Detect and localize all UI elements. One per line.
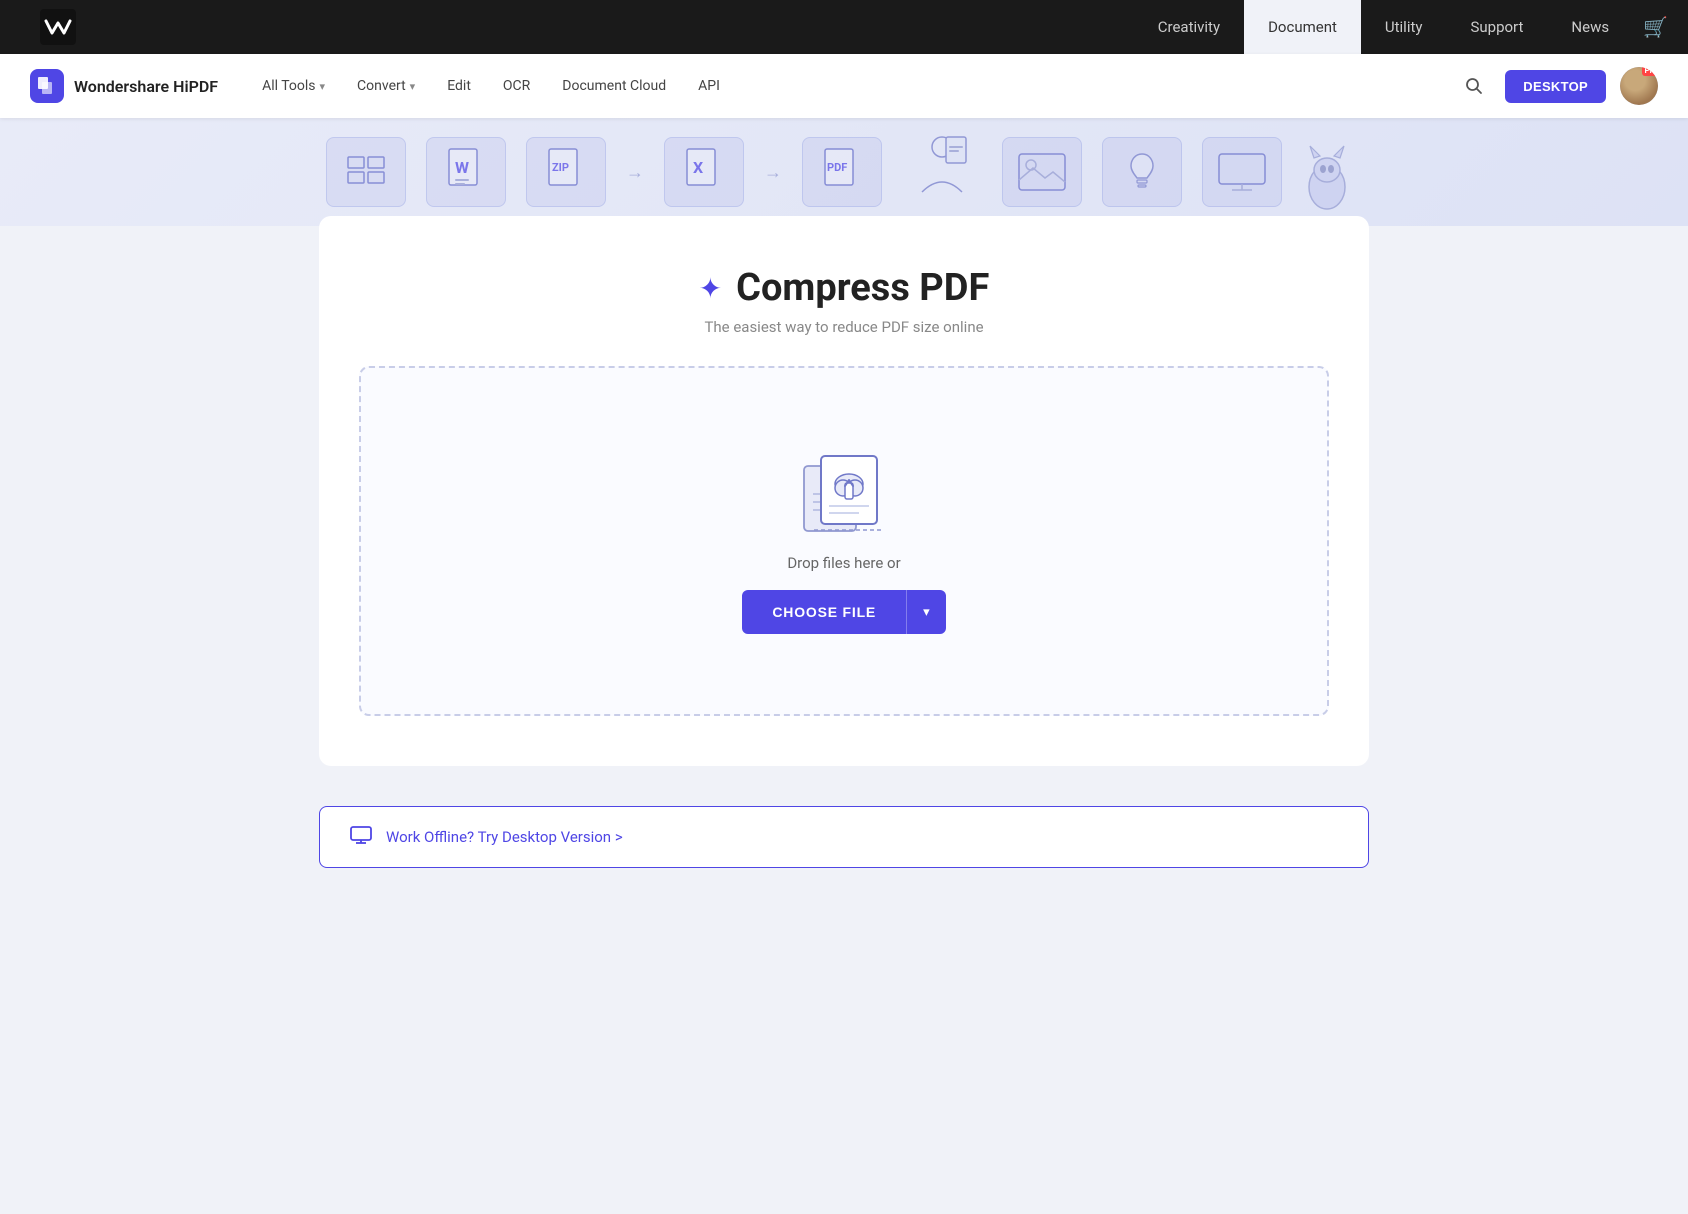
- svg-text:X: X: [693, 158, 703, 177]
- drop-text: Drop files here or: [787, 554, 900, 572]
- nav-document-cloud[interactable]: Document Cloud: [548, 70, 680, 102]
- brand-logo[interactable]: [40, 9, 76, 45]
- secondary-navigation: Wondershare HiPDF All Tools ▾ Convert ▾ …: [0, 54, 1688, 118]
- illus-excel-icon: X: [664, 137, 744, 207]
- illus-monitor-icon: [1202, 137, 1282, 207]
- main-content: ✦ Compress PDF The easiest way to reduce…: [0, 226, 1688, 1214]
- top-nav-utility[interactable]: Utility: [1361, 0, 1447, 54]
- monitor-icon: [350, 825, 372, 849]
- illus-zip-icon: ZIP: [526, 137, 606, 207]
- cart-icon[interactable]: 🛒: [1643, 15, 1668, 39]
- nav-ocr[interactable]: OCR: [489, 70, 544, 102]
- nav-edit[interactable]: Edit: [433, 70, 485, 102]
- choose-file-button[interactable]: CHOOSE FILE: [742, 590, 906, 634]
- top-nav-document[interactable]: Document: [1244, 0, 1361, 54]
- drop-zone[interactable]: Drop files here or CHOOSE FILE ▾: [359, 366, 1329, 716]
- top-nav-creativity[interactable]: Creativity: [1134, 0, 1244, 54]
- illus-pdf-icon: PDF: [802, 137, 882, 207]
- search-icon[interactable]: [1457, 69, 1491, 103]
- hipdf-brand-name: Wondershare HiPDF: [74, 77, 218, 96]
- desktop-button[interactable]: DESKTOP: [1505, 70, 1606, 103]
- compress-card: ✦ Compress PDF The easiest way to reduce…: [319, 216, 1369, 766]
- illus-word-icon: W: [426, 137, 506, 207]
- nav-all-tools[interactable]: All Tools ▾: [248, 70, 339, 102]
- choose-file-button-group: CHOOSE FILE ▾: [742, 590, 945, 634]
- illus-lightbulb-icon: [1102, 137, 1182, 207]
- convert-chevron-icon: ▾: [410, 80, 416, 93]
- hero-banner: W ZIP → X → PDF: [0, 118, 1688, 226]
- avatar[interactable]: Pro: [1620, 67, 1658, 105]
- top-nav-links: Creativity Document Utility Support News: [1134, 0, 1633, 54]
- offline-text: Work Offline? Try Desktop Version >: [386, 828, 623, 846]
- illus-arrow-2: →: [764, 162, 782, 183]
- sec-nav-right: DESKTOP Pro: [1457, 67, 1658, 105]
- top-nav-news[interactable]: News: [1547, 0, 1633, 54]
- page-subtitle: The easiest way to reduce PDF size onlin…: [359, 318, 1329, 336]
- sec-nav-links: All Tools ▾ Convert ▾ Edit OCR Document …: [248, 70, 1457, 102]
- illus-person-icon: [902, 132, 982, 212]
- nav-convert[interactable]: Convert ▾: [343, 70, 429, 102]
- pro-badge: Pro: [1642, 67, 1658, 76]
- svg-text:W: W: [455, 158, 469, 177]
- illus-grid-icon: [326, 137, 406, 207]
- nav-api[interactable]: API: [684, 70, 734, 102]
- illus-arrow-1: →: [626, 162, 644, 183]
- upload-illustration: [799, 448, 889, 528]
- page-title: Compress PDF: [736, 266, 989, 310]
- all-tools-chevron-icon: ▾: [320, 80, 326, 93]
- hipdf-brand[interactable]: Wondershare HiPDF: [30, 69, 218, 103]
- illus-image-icon: [1002, 137, 1082, 207]
- top-nav-support[interactable]: Support: [1446, 0, 1547, 54]
- offline-banner[interactable]: Work Offline? Try Desktop Version >: [319, 806, 1369, 868]
- svg-text:PDF: PDF: [827, 161, 847, 174]
- choose-file-dropdown-button[interactable]: ▾: [906, 590, 946, 634]
- compress-icon: ✦: [699, 272, 722, 305]
- hero-illustrations: W ZIP → X → PDF: [326, 132, 1362, 212]
- svg-text:ZIP: ZIP: [552, 161, 569, 174]
- title-area: ✦ Compress PDF The easiest way to reduce…: [359, 266, 1329, 336]
- top-navigation: Creativity Document Utility Support News…: [0, 0, 1688, 54]
- illus-cat-icon: [1302, 132, 1362, 212]
- hipdf-logo-icon: [30, 69, 64, 103]
